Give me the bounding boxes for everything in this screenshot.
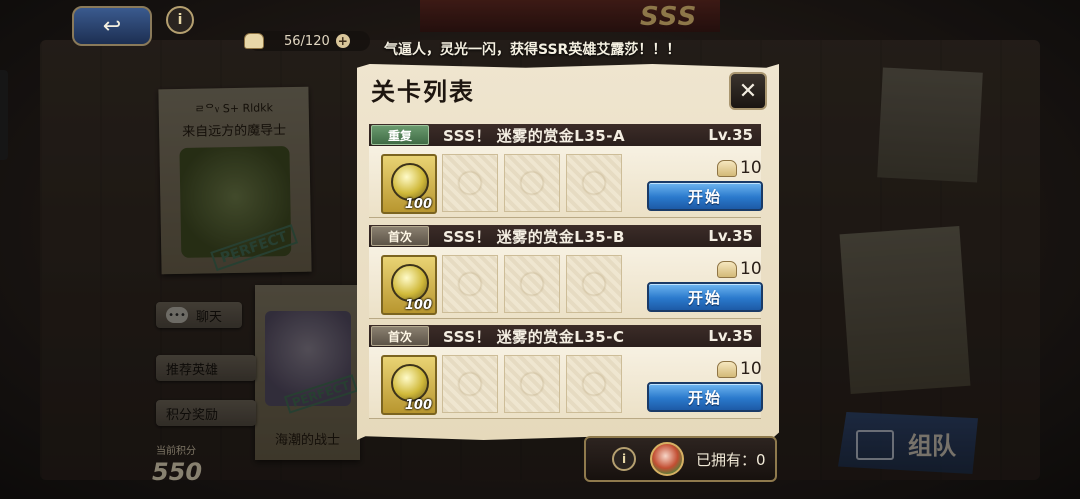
event-item-icon (650, 442, 684, 476)
stage-row: 重复 SSS！ 迷雾的赏金L35-A Lv.35 100 10 开始 (369, 124, 763, 218)
empty-reward-slot (566, 255, 622, 313)
reward-orb-item[interactable]: 100 (381, 154, 437, 214)
empty-reward-slot (504, 355, 560, 413)
start-button[interactable]: 开始 (647, 282, 763, 312)
empty-reward-slot (442, 154, 498, 212)
reward-orb-item[interactable]: 100 (381, 255, 437, 315)
reward-orb-item[interactable]: 100 (381, 355, 437, 415)
empty-reward-slot (566, 355, 622, 413)
stage-badge-first: 首次 (371, 326, 429, 346)
close-button[interactable]: ✕ (729, 72, 767, 110)
stage-header: 首次 SSS！ 迷雾的赏金L35-B Lv.35 (369, 225, 761, 247)
empty-reward-slot (504, 154, 560, 212)
stage-row: 首次 SSS！ 迷雾的赏金L35-C Lv.35 100 10 开始 (369, 325, 763, 419)
close-icon: ✕ (738, 78, 758, 104)
info-icon[interactable]: i (166, 6, 194, 34)
reward-quantity: 100 (404, 197, 432, 212)
stamina-counter: 56/120 + (244, 31, 370, 51)
stage-header: 首次 SSS！ 迷雾的赏金L35-C Lv.35 (369, 325, 761, 347)
stamina-value: 56/120 (284, 33, 330, 49)
empty-reward-slot (504, 255, 560, 313)
stage-rewards: 100 10 开始 (369, 146, 763, 218)
orb-icon (391, 364, 429, 402)
stage-badge-first: 首次 (371, 226, 429, 246)
back-arrow-icon: ↩ (102, 13, 122, 39)
reward-quantity: 100 (404, 398, 432, 413)
bread-icon (717, 360, 737, 378)
stamina-cost: 10 (717, 359, 762, 379)
cost-value: 10 (740, 259, 762, 279)
stamina-cost: 10 (717, 158, 762, 178)
announcement-ticker: 气逼人，灵光一闪，获得SSR英雄艾露莎！！！ (384, 42, 681, 58)
stage-rewards: 100 10 开始 (369, 247, 763, 319)
bread-icon (717, 260, 737, 278)
stage-level: Lv.35 (708, 327, 753, 345)
orb-icon (391, 163, 429, 201)
owned-item-bar: i 已拥有：0 (584, 436, 777, 482)
info-icon[interactable]: i (612, 447, 636, 471)
dialog-title: 关卡列表 (371, 78, 475, 106)
stamina-cost: 10 (717, 259, 762, 279)
orb-icon (391, 264, 429, 302)
stage-badge-repeat: 重复 (371, 125, 429, 145)
reward-quantity: 100 (404, 298, 432, 313)
stage-row: 首次 SSS！ 迷雾的赏金L35-B Lv.35 100 10 开始 (369, 225, 763, 319)
back-button[interactable]: ↩ (72, 6, 152, 46)
stage-name: SSS！ 迷雾的赏金L35-C (443, 327, 625, 346)
bread-icon (717, 159, 737, 177)
empty-reward-slot (566, 154, 622, 212)
stage-name: SSS！ 迷雾的赏金L35-A (443, 126, 626, 145)
empty-reward-slot (442, 255, 498, 313)
empty-reward-slot (442, 355, 498, 413)
start-button[interactable]: 开始 (647, 382, 763, 412)
stage-list-dialog: 关卡列表 ✕ 重复 SSS！ 迷雾的赏金L35-A Lv.35 100 10 开… (357, 64, 779, 440)
start-button[interactable]: 开始 (647, 181, 763, 211)
bread-icon (244, 33, 264, 49)
stage-level: Lv.35 (708, 227, 753, 245)
stage-rewards: 100 10 开始 (369, 347, 763, 419)
stage-level: Lv.35 (708, 126, 753, 144)
stage-header: 重复 SSS！ 迷雾的赏金L35-A Lv.35 (369, 124, 761, 146)
cost-value: 10 (740, 158, 762, 178)
owned-count: 已拥有：0 (696, 450, 766, 469)
cost-value: 10 (740, 359, 762, 379)
add-stamina-button[interactable]: + (335, 34, 350, 48)
stage-name: SSS！ 迷雾的赏金L35-B (443, 227, 625, 246)
